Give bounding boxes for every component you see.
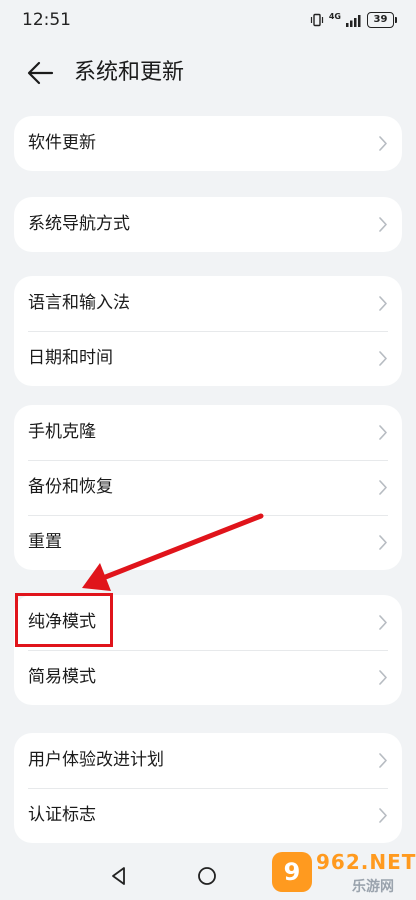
chevron-right-icon (379, 670, 387, 685)
list-item-reset[interactable]: 重置 (14, 515, 402, 570)
chevron-right-icon (379, 615, 387, 630)
chevron-right-icon (379, 480, 387, 495)
status-bar: 12:51 4G 39 (0, 0, 416, 40)
triangle-back-icon[interactable] (108, 865, 130, 887)
list-item-label: 认证标志 (28, 805, 96, 825)
status-icons: 4G 39 (310, 11, 397, 29)
list-item-label: 备份和恢复 (28, 477, 113, 497)
card-backup: 手机克隆 备份和恢复 重置 (14, 405, 402, 570)
watermark-badge: 9 (272, 852, 312, 892)
network-label: 4G (328, 12, 341, 21)
chevron-right-icon (379, 217, 387, 232)
circle-home-icon[interactable] (196, 865, 218, 887)
watermark-domain: 962.NET (316, 850, 416, 874)
list-item-label: 用户体验改进计划 (28, 750, 164, 770)
card-language-time: 语言和输入法 日期和时间 (14, 276, 402, 386)
list-item-navigation-mode[interactable]: 系统导航方式 (14, 197, 402, 252)
list-item-certification[interactable]: 认证标志 (14, 788, 402, 843)
list-item-software-update[interactable]: 软件更新 (14, 116, 402, 171)
page-title: 系统和更新 (74, 60, 185, 85)
list-item-date-time[interactable]: 日期和时间 (14, 331, 402, 386)
watermark-name: 乐游网 (352, 879, 394, 895)
list-item-experience-plan[interactable]: 用户体验改进计划 (14, 733, 402, 788)
list-item-label: 重置 (28, 532, 62, 552)
list-item-language-input[interactable]: 语言和输入法 (14, 276, 402, 331)
card-navigation: 系统导航方式 (14, 197, 402, 252)
annotation-highlight-box (15, 593, 113, 647)
list-item-label: 简易模式 (28, 667, 96, 687)
vibrate-icon (310, 13, 324, 27)
list-item-label: 软件更新 (28, 133, 96, 153)
chevron-right-icon (379, 753, 387, 768)
list-item-label: 日期和时间 (28, 348, 113, 368)
list-item-phone-clone[interactable]: 手机克隆 (14, 405, 402, 460)
list-item-label: 语言和输入法 (28, 293, 130, 313)
chevron-right-icon (379, 351, 387, 366)
chevron-right-icon (379, 535, 387, 550)
list-item-label: 手机克隆 (28, 422, 96, 442)
battery-icon: 39 (367, 12, 397, 28)
chevron-right-icon (379, 296, 387, 311)
card-experience: 用户体验改进计划 认证标志 (14, 733, 402, 843)
back-button[interactable] (22, 58, 58, 88)
list-item-simple-mode[interactable]: 简易模式 (14, 650, 402, 705)
watermark-logo: 9 962.NET 乐游网 (268, 848, 416, 900)
card-software-update: 软件更新 (14, 116, 402, 171)
list-item-label: 系统导航方式 (28, 214, 130, 234)
page-header: 系统和更新 (0, 50, 416, 96)
list-item-backup-restore[interactable]: 备份和恢复 (14, 460, 402, 515)
status-time: 12:51 (22, 10, 71, 30)
signal-icon (346, 14, 362, 27)
arrow-left-icon (27, 61, 54, 85)
chevron-right-icon (379, 136, 387, 151)
chevron-right-icon (379, 425, 387, 440)
chevron-right-icon (379, 808, 387, 823)
